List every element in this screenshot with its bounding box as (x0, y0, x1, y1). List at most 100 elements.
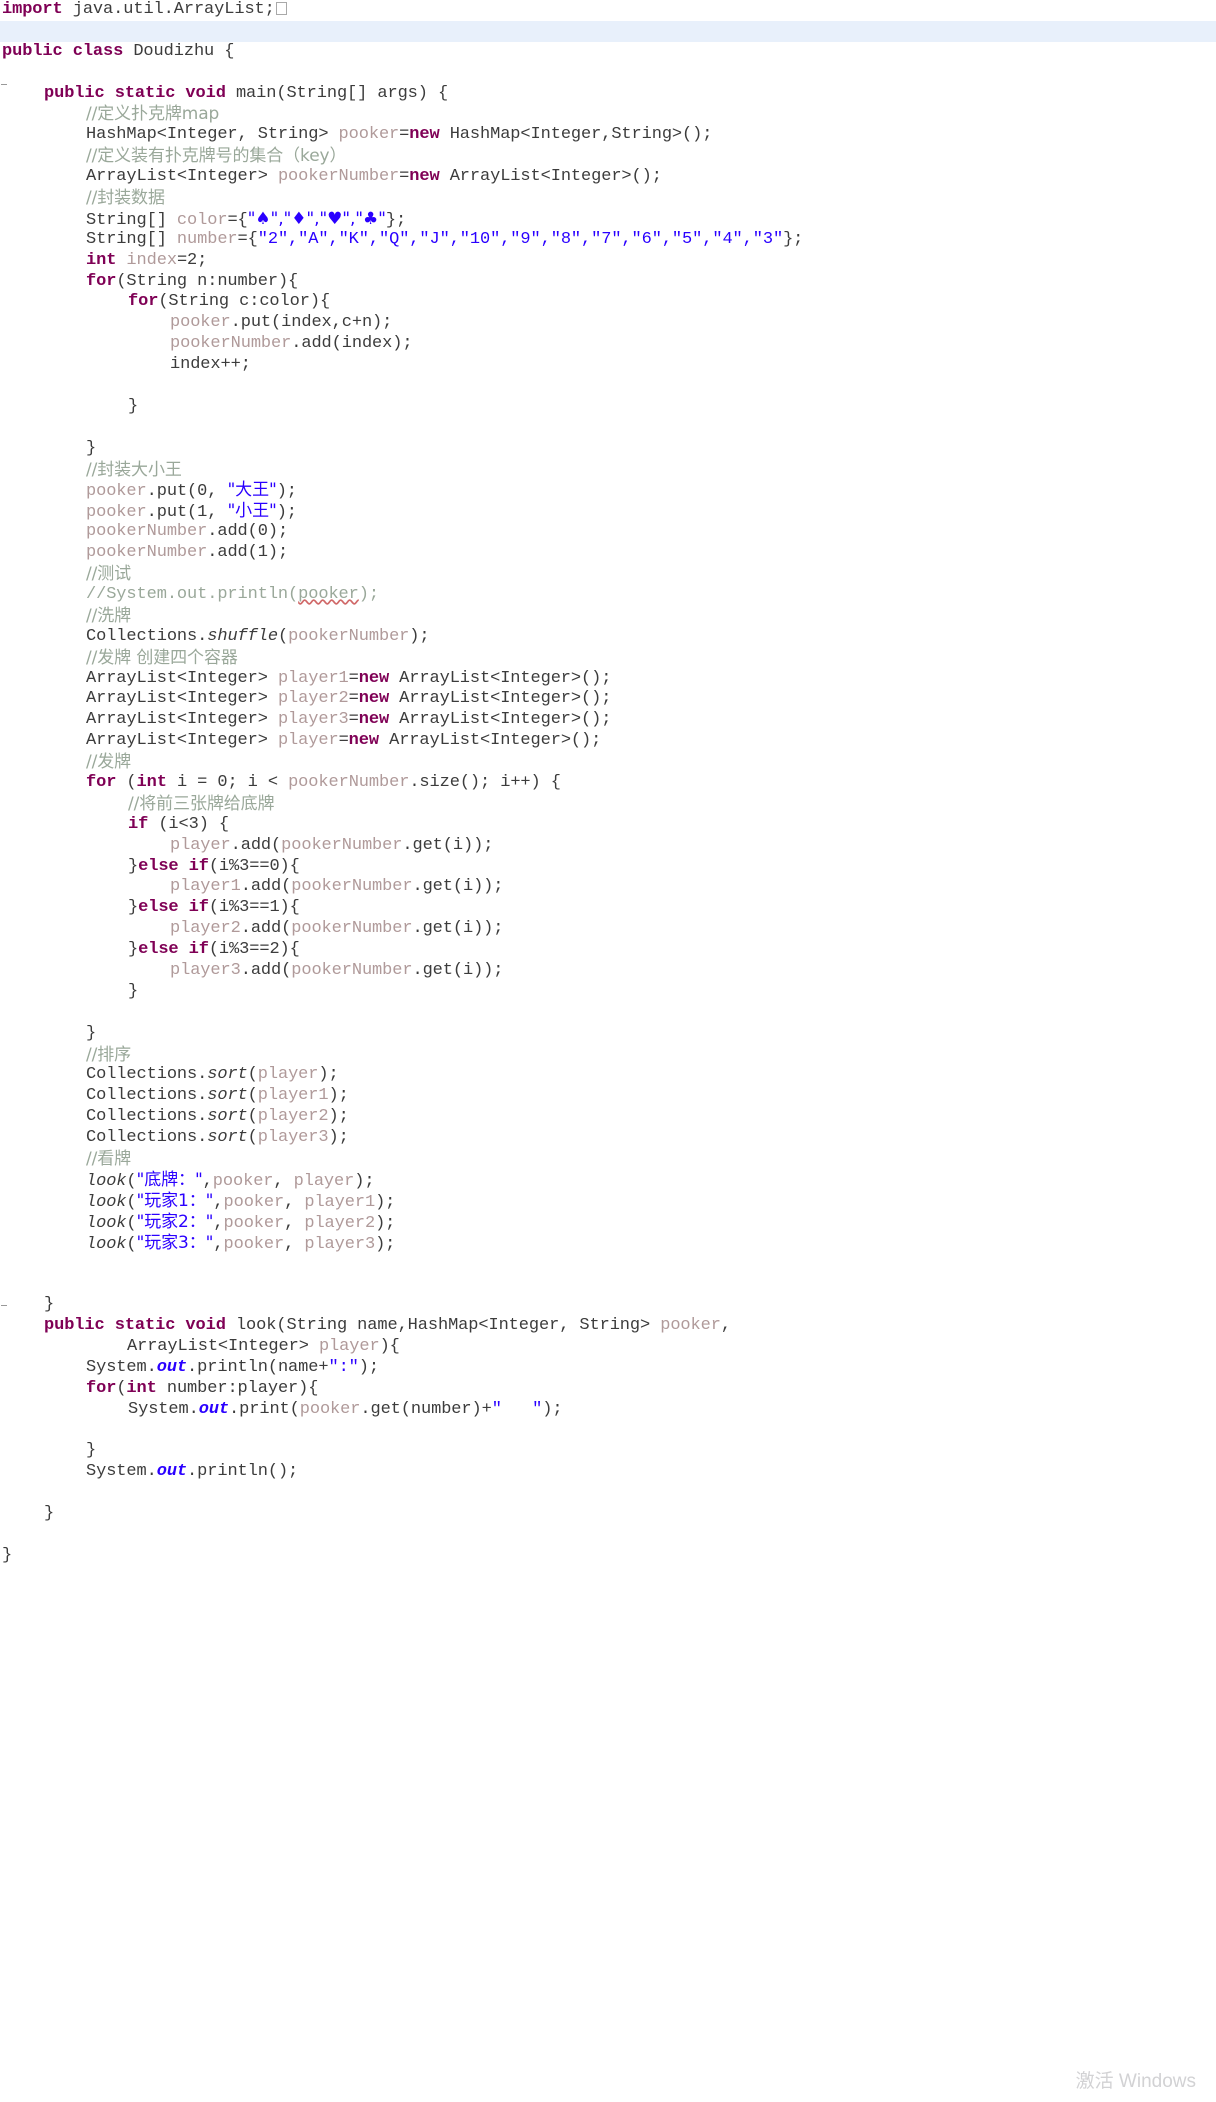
code-line[interactable]: Collections.sort(player2); (0, 1107, 1216, 1128)
code-line[interactable]: look("玩家2：",pooker, player2); (0, 1212, 1216, 1233)
code-line[interactable]: pookerNumber.add(index); (0, 334, 1216, 355)
code-token: for (86, 772, 117, 792)
code-line[interactable]: import java.util.ArrayList; (0, 0, 1216, 21)
code-line[interactable]: player2.add(pookerNumber.get(i)); (0, 919, 1216, 940)
code-line[interactable] (0, 376, 1216, 397)
code-line[interactable]: System.out.println(); (0, 1462, 1216, 1483)
code-token: player2 (257, 1107, 329, 1127)
code-line[interactable]: //洗牌 (0, 606, 1216, 627)
code-token: , (202, 1171, 213, 1191)
code-line[interactable]: } (0, 439, 1216, 460)
code-line[interactable]: ArrayList<Integer> player2=new ArrayList… (0, 689, 1216, 710)
code-line[interactable] (0, 1274, 1216, 1295)
code-line[interactable] (0, 1003, 1216, 1024)
code-line[interactable]: HashMap<Integer, String> pooker=new Hash… (0, 125, 1216, 146)
code-line[interactable]: } (0, 1295, 1216, 1316)
code-line[interactable]: public class Doudizhu { (0, 42, 1216, 63)
code-token: Collections. (86, 1065, 208, 1085)
code-line[interactable]: //定义扑克牌map (0, 104, 1216, 125)
code-line[interactable]: ArrayList<Integer> player=new ArrayList<… (0, 731, 1216, 752)
code-line[interactable]: } (0, 1024, 1216, 1045)
code-line[interactable]: Collections.sort(player1); (0, 1086, 1216, 1107)
code-line[interactable]: Collections.shuffle(pookerNumber); (0, 627, 1216, 648)
code-line[interactable]: //看牌 (0, 1149, 1216, 1170)
code-line[interactable]: //发牌 (0, 752, 1216, 773)
code-token: } (128, 898, 139, 918)
code-line[interactable]: player3.add(pookerNumber.get(i)); (0, 961, 1216, 982)
code-line[interactable]: Collections.sort(player3); (0, 1128, 1216, 1149)
code-token: .put(index,c+n); (230, 313, 393, 333)
code-token: .get(number)+ (360, 1399, 492, 1419)
code-line[interactable]: String[] color={"♠","♦","♥","♣"}; (0, 209, 1216, 230)
code-line[interactable]: look("底牌：",pooker, player); (0, 1170, 1216, 1191)
code-token: new (348, 731, 379, 751)
code-text-area[interactable]: import java.util.ArrayList; public class… (0, 0, 1216, 1567)
code-line[interactable]: pookerNumber.add(0); (0, 522, 1216, 543)
code-token: //封装数据 (86, 188, 165, 209)
code-line[interactable]: ArrayList<Integer> player){ (0, 1337, 1216, 1358)
code-line[interactable]: } (0, 1441, 1216, 1462)
code-token: ); (276, 503, 297, 523)
code-line[interactable]: if (i<3) { (0, 815, 1216, 836)
code-line[interactable]: Collections.sort(player); (0, 1065, 1216, 1086)
code-line[interactable]: System.out.println(name+":"); (0, 1358, 1216, 1379)
code-line[interactable]: for (int i = 0; i < pookerNumber.size();… (0, 773, 1216, 794)
code-line[interactable]: //封装大小王 (0, 460, 1216, 481)
code-line[interactable]: } (0, 1504, 1216, 1525)
code-line[interactable] (0, 20, 1216, 42)
code-line[interactable]: String[] number={"2","A","K","Q","J","10… (0, 230, 1216, 251)
code-line[interactable]: pooker.put(index,c+n); (0, 313, 1216, 334)
code-token: player2 (170, 919, 241, 939)
code-token: int (126, 1378, 157, 1398)
code-line[interactable]: pooker.put(1, "小王"); (0, 501, 1216, 522)
code-token: //洗牌 (86, 605, 132, 626)
code-line[interactable] (0, 418, 1216, 439)
code-token: import (2, 0, 63, 19)
code-line[interactable]: look("玩家1：",pooker, player1); (0, 1191, 1216, 1212)
code-line[interactable]: public static void main(String[] args) { (0, 84, 1216, 105)
code-line[interactable]: }else if(i%3==1){ (0, 898, 1216, 919)
code-line[interactable]: //排序 (0, 1045, 1216, 1066)
code-line[interactable] (0, 1483, 1216, 1504)
code-line[interactable]: //测试 (0, 564, 1216, 585)
code-line[interactable] (0, 1525, 1216, 1546)
code-token: player (277, 731, 339, 751)
code-token: ArrayList<Integer> (86, 167, 278, 187)
code-line[interactable]: System.out.print(pooker.get(number)+" ")… (0, 1400, 1216, 1421)
code-line[interactable]: for(String n:number){ (0, 272, 1216, 293)
code-line[interactable]: index++; (0, 355, 1216, 376)
code-line[interactable]: //发牌 创建四个容器 (0, 648, 1216, 669)
code-line[interactable] (0, 1253, 1216, 1274)
code-line[interactable]: //封装数据 (0, 188, 1216, 209)
code-line[interactable]: look("玩家3：",pooker, player3); (0, 1233, 1216, 1254)
code-line[interactable]: player1.add(pookerNumber.get(i)); (0, 877, 1216, 898)
code-line[interactable]: public static void look(String name,Hash… (0, 1316, 1216, 1337)
code-line[interactable]: }else if(i%3==2){ (0, 940, 1216, 961)
code-line[interactable]: ArrayList<Integer> pookerNumber=new Arra… (0, 167, 1216, 188)
code-line[interactable]: } (0, 397, 1216, 418)
code-line[interactable]: } (0, 982, 1216, 1003)
code-line[interactable]: for(int number:player){ (0, 1379, 1216, 1400)
code-line[interactable]: player.add(pookerNumber.get(i)); (0, 836, 1216, 857)
code-line[interactable]: pookerNumber.add(1); (0, 543, 1216, 564)
code-line[interactable]: }else if(i%3==0){ (0, 857, 1216, 878)
code-token: Doudizhu { (133, 41, 235, 61)
code-token: number:player){ (156, 1378, 319, 1398)
code-token: HashMap<Integer,String>(); (439, 125, 713, 145)
code-token: } (44, 1295, 55, 1315)
code-line[interactable]: ArrayList<Integer> player1=new ArrayList… (0, 669, 1216, 690)
code-token: .add( (240, 960, 292, 980)
code-line[interactable]: //定义装有扑克牌号的集合（key） (0, 146, 1216, 167)
code-line[interactable]: ArrayList<Integer> player3=new ArrayList… (0, 710, 1216, 731)
code-line[interactable]: for(String c:color){ (0, 292, 1216, 313)
code-editor[interactable]: import java.util.ArrayList; public class… (0, 0, 1216, 2102)
code-line[interactable] (0, 63, 1216, 84)
code-line[interactable]: int index=2; (0, 251, 1216, 272)
code-token: , (284, 1234, 305, 1254)
code-token: player (293, 1171, 355, 1191)
code-line[interactable]: //将前三张牌给底牌 (0, 794, 1216, 815)
code-line[interactable]: } (0, 1546, 1216, 1567)
code-line[interactable]: //System.out.println(pooker); (0, 585, 1216, 606)
code-line[interactable] (0, 1421, 1216, 1442)
code-line[interactable]: pooker.put(0, "大王"); (0, 480, 1216, 501)
